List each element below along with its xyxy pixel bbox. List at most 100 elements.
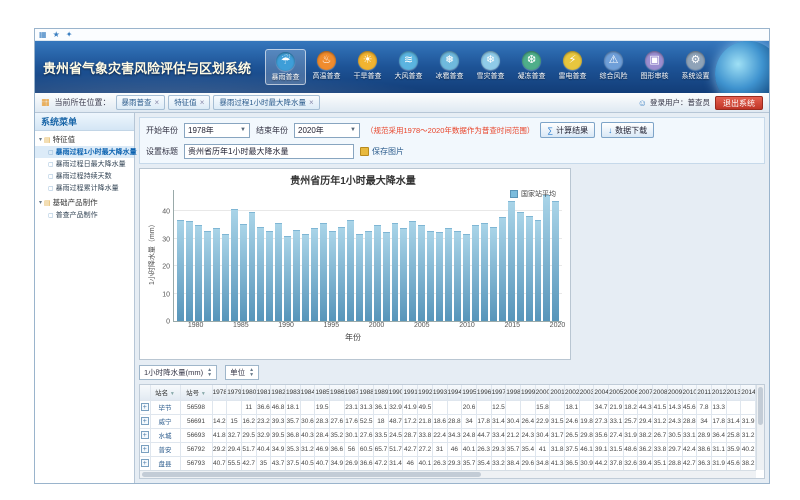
chart-title-input[interactable] bbox=[184, 144, 354, 159]
value-cell: 40.1 bbox=[418, 456, 433, 470]
toolbar-item-drought-survey[interactable]: ☀干旱普查 bbox=[347, 49, 388, 85]
column-header-year-2002[interactable]: 2002▼ bbox=[565, 385, 580, 400]
column-header-year-1984[interactable]: 1984▼ bbox=[300, 385, 315, 400]
tab-close-icon[interactable]: × bbox=[155, 98, 160, 107]
metric-filter[interactable]: 1小时降水量(mm) ▲▼ bbox=[139, 365, 217, 380]
column-header-year-2009[interactable]: 2009▼ bbox=[667, 385, 682, 400]
expand-icon[interactable]: + bbox=[141, 417, 149, 425]
toolbar-item-snow-survey[interactable]: ❄雪灾普查 bbox=[470, 49, 511, 85]
toolbar-item-lightning-survey[interactable]: ⚡雷电普查 bbox=[552, 49, 593, 85]
column-header-year-1997[interactable]: 1997▼ bbox=[491, 385, 506, 400]
tab-close-icon[interactable]: × bbox=[200, 98, 205, 107]
column-header-year-2010[interactable]: 2010▼ bbox=[682, 385, 697, 400]
column-header-station-name[interactable]: 站名 ▼ bbox=[150, 385, 180, 400]
column-header-year-1980[interactable]: 1980▼ bbox=[241, 385, 256, 400]
calc-result-button[interactable]: ∑ 计算结果 bbox=[540, 122, 595, 138]
vertical-scrollbar[interactable] bbox=[756, 385, 764, 470]
value-cell: 39.5 bbox=[271, 428, 286, 442]
spinner-icons[interactable]: ▲▼ bbox=[207, 368, 212, 378]
expand-icon[interactable]: + bbox=[141, 459, 149, 467]
column-header-year-1985[interactable]: 1985▼ bbox=[315, 385, 330, 400]
column-header-year-1991[interactable]: 1991▼ bbox=[403, 385, 418, 400]
column-header-year-2003[interactable]: 2003▼ bbox=[579, 385, 594, 400]
column-header-year-1992[interactable]: 1992▼ bbox=[418, 385, 433, 400]
star-icon[interactable]: ★ bbox=[53, 31, 60, 39]
column-header-year-1978[interactable]: 1978▼ bbox=[212, 385, 227, 400]
column-header-year-1993[interactable]: 1993▼ bbox=[432, 385, 447, 400]
sidebar-item-0-0[interactable]: ▢暴雨过程1小时最大降水量 bbox=[35, 146, 134, 158]
column-filter-icon[interactable]: ▼ bbox=[201, 391, 206, 397]
table-body: +毕节565981136.646.818.119.523.131.336.132… bbox=[140, 400, 756, 479]
value-cell: 55.5 bbox=[227, 456, 242, 470]
column-header-year-2005[interactable]: 2005▼ bbox=[609, 385, 624, 400]
column-filter-icon[interactable]: ▼ bbox=[170, 391, 175, 397]
home-icon[interactable]: ▦ bbox=[39, 31, 47, 39]
spinner-icons[interactable]: ▲▼ bbox=[249, 368, 254, 378]
save-image-button[interactable]: 保存图片 bbox=[360, 146, 404, 157]
expand-icon[interactable]: + bbox=[141, 431, 149, 439]
toolbar-item-freeze-survey[interactable]: ❆凝冻普查 bbox=[511, 49, 552, 85]
data-download-button[interactable]: ↓ 数据下载 bbox=[601, 122, 654, 138]
column-header-year-1994[interactable]: 1994▼ bbox=[447, 385, 462, 400]
column-header-year-1995[interactable]: 1995▼ bbox=[462, 385, 477, 400]
tab-0[interactable]: 暴雨普查× bbox=[116, 95, 166, 110]
column-header-year-2004[interactable]: 2004▼ bbox=[594, 385, 609, 400]
value-cell: 25.7 bbox=[623, 414, 638, 428]
start-year-select[interactable]: 1978年▼ bbox=[184, 123, 250, 138]
column-header-year-1996[interactable]: 1996▼ bbox=[476, 385, 491, 400]
column-header-year-2001[interactable]: 2001▼ bbox=[550, 385, 565, 400]
column-header-year-2013[interactable]: 2013▼ bbox=[726, 385, 741, 400]
column-header-year-2006[interactable]: 2006▼ bbox=[623, 385, 638, 400]
column-header-year-1979[interactable]: 1979▼ bbox=[227, 385, 242, 400]
toolbar-item-hail-survey[interactable]: ❅冰雹普查 bbox=[429, 49, 470, 85]
toolbar-item-rainstorm-survey[interactable]: ☔暴雨普查 bbox=[265, 49, 306, 85]
sidebar-item-0-1[interactable]: ▢暴雨过程日最大降水量 bbox=[35, 158, 134, 170]
value-cell bbox=[330, 400, 345, 414]
column-header-year-2008[interactable]: 2008▼ bbox=[653, 385, 668, 400]
tab-close-icon[interactable]: × bbox=[309, 98, 314, 107]
column-header-year-2014[interactable]: 2014▼ bbox=[741, 385, 756, 400]
column-header-year-2011[interactable]: 2011▼ bbox=[697, 385, 712, 400]
column-label: 1994 bbox=[448, 389, 462, 396]
sidebar-item-0-2[interactable]: ▢暴雨过程持续天数 bbox=[35, 170, 134, 182]
column-header-year-2007[interactable]: 2007▼ bbox=[638, 385, 653, 400]
toolbar-item-high-temp-survey[interactable]: ♨高温普查 bbox=[306, 49, 347, 85]
toolbar-item-gale-survey[interactable]: ≋大风普查 bbox=[388, 49, 429, 85]
column-header-year-1981[interactable]: 1981▼ bbox=[256, 385, 271, 400]
expand-icon[interactable]: + bbox=[141, 445, 149, 453]
horizontal-scrollbar[interactable] bbox=[140, 470, 756, 478]
column-header-year-2000[interactable]: 2000▼ bbox=[535, 385, 550, 400]
unit-filter[interactable]: 单位 ▲▼ bbox=[225, 365, 259, 380]
sidebar-item-1-0[interactable]: ▢普查产品制作 bbox=[35, 209, 134, 221]
column-header-year-1982[interactable]: 1982▼ bbox=[271, 385, 286, 400]
sidebar-item-0-3[interactable]: ▢暴雨过程累计降水量 bbox=[35, 182, 134, 194]
column-header-year-1987[interactable]: 1987▼ bbox=[344, 385, 359, 400]
toolbar-item-comprehensive-risk[interactable]: ⚠综合风险 bbox=[593, 49, 634, 85]
sidebar-group-0[interactable]: ▾▤特征值 bbox=[35, 131, 134, 146]
column-header-year-1989[interactable]: 1989▼ bbox=[374, 385, 389, 400]
bookmark-icon[interactable]: ✦ bbox=[66, 31, 73, 39]
column-header-year-1988[interactable]: 1988▼ bbox=[359, 385, 374, 400]
tab-1[interactable]: 特征值× bbox=[168, 95, 210, 110]
column-header-year-1990[interactable]: 1990▼ bbox=[388, 385, 403, 400]
expand-icon[interactable]: + bbox=[141, 403, 149, 411]
column-header-year-1998[interactable]: 1998▼ bbox=[506, 385, 521, 400]
toolbar-item-map-review[interactable]: ▣图形审核 bbox=[634, 49, 675, 85]
sidebar-group-1[interactable]: ▾▤基础产品制作 bbox=[35, 194, 134, 209]
tab-2[interactable]: 暴雨过程1小时最大降水量× bbox=[213, 95, 319, 110]
toolbar-item-system-settings[interactable]: ⚙系统设置 bbox=[675, 49, 716, 85]
value-cell: 40.1 bbox=[462, 442, 477, 456]
column-header-station-id[interactable]: 站号 ▼ bbox=[180, 385, 212, 400]
end-year-select[interactable]: 2020年▼ bbox=[294, 123, 360, 138]
value-cell: 29.3 bbox=[447, 456, 462, 470]
value-cell: 38.2 bbox=[638, 428, 653, 442]
column-header-year-1999[interactable]: 1999▼ bbox=[520, 385, 535, 400]
column-header-year-1983[interactable]: 1983▼ bbox=[285, 385, 300, 400]
logout-button[interactable]: 退出系统 bbox=[715, 96, 763, 110]
column-header-year-1986[interactable]: 1986▼ bbox=[330, 385, 345, 400]
scrollbar-thumb[interactable] bbox=[758, 387, 763, 425]
x-tick-label: 2015 bbox=[504, 322, 520, 329]
scrollbar-thumb[interactable] bbox=[142, 472, 481, 477]
column-header-year-2012[interactable]: 2012▼ bbox=[711, 385, 726, 400]
column-label: 1995 bbox=[462, 389, 476, 396]
